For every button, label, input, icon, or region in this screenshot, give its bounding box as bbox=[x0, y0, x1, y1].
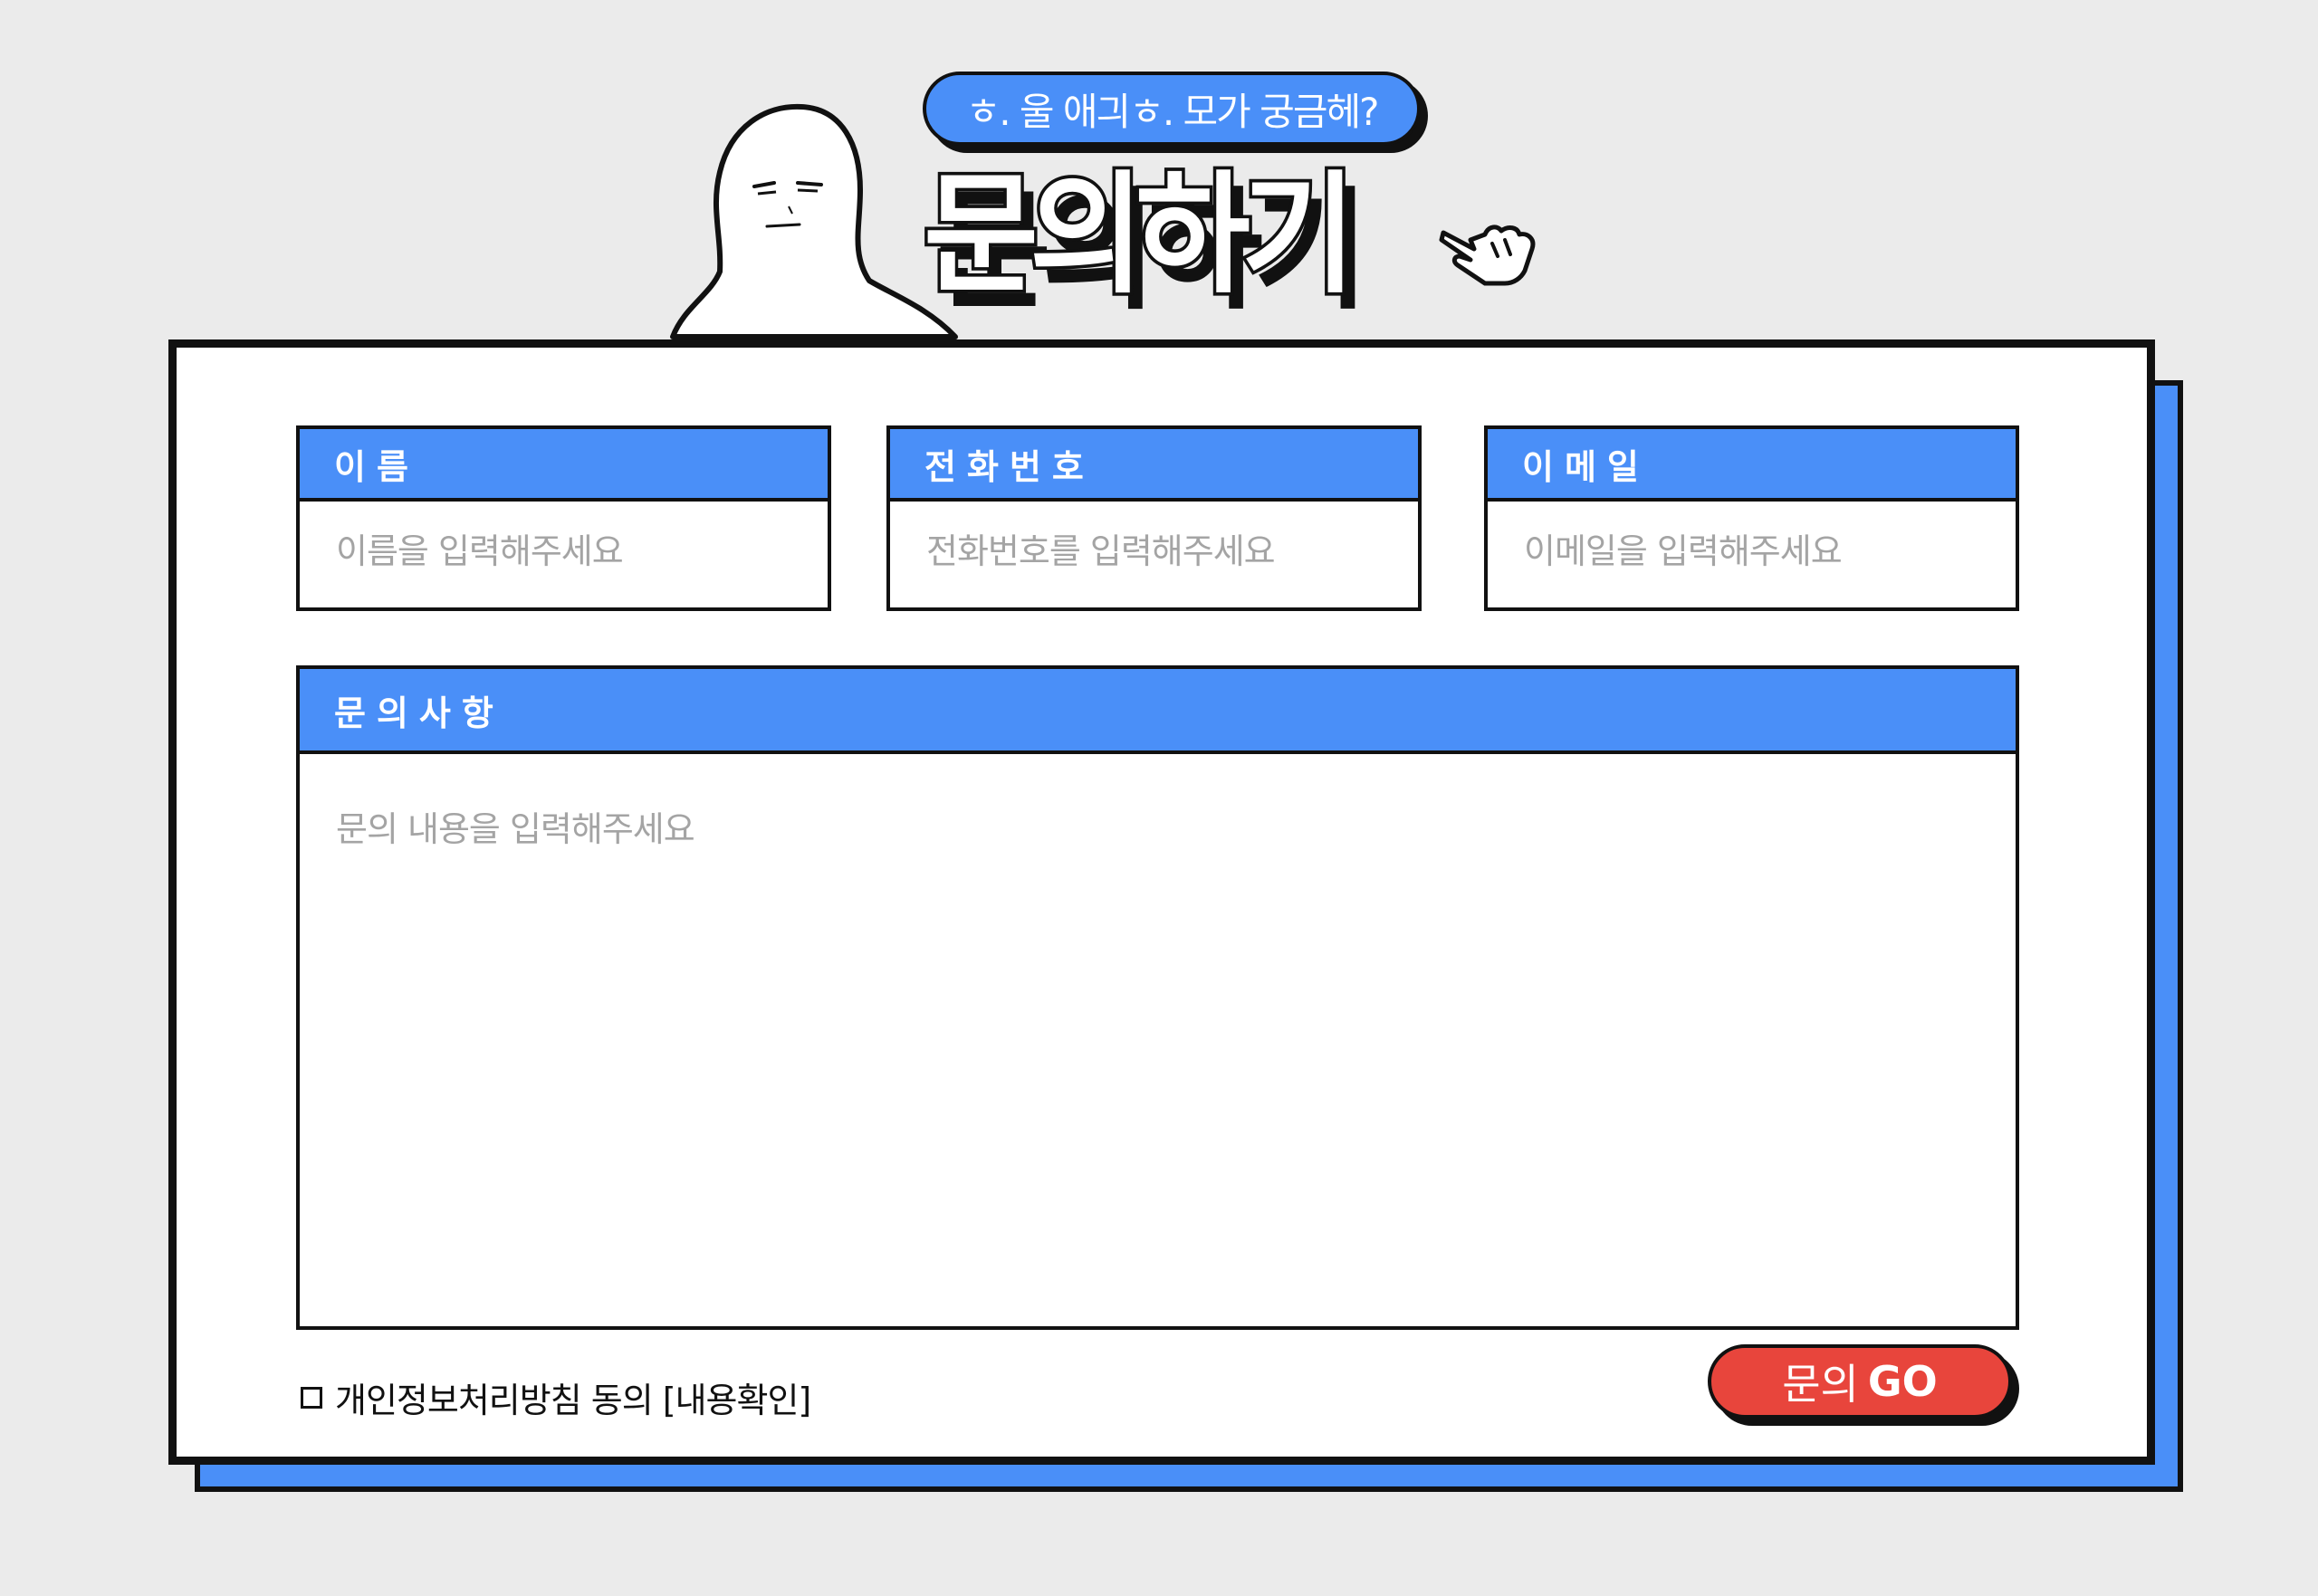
privacy-agreement-label[interactable]: 개인정보처리방침 동의 [내용확인] bbox=[335, 1372, 811, 1422]
name-label: 이름 bbox=[300, 429, 828, 502]
email-input[interactable] bbox=[1488, 502, 2016, 601]
submit-button[interactable]: 문의 GO bbox=[1708, 1344, 2012, 1419]
submit-button-prefix: 문의 bbox=[1782, 1360, 1859, 1409]
pointing-hand-icon bbox=[1439, 225, 1536, 286]
name-input[interactable] bbox=[300, 502, 828, 601]
email-field: 이메일 bbox=[1484, 425, 2019, 611]
email-label: 이메일 bbox=[1488, 429, 2016, 502]
checkbox-icon[interactable] bbox=[301, 1386, 322, 1409]
message-field: 문의사항 bbox=[296, 665, 2019, 1330]
phone-input[interactable] bbox=[890, 502, 1418, 601]
submit-button-suffix: GO bbox=[1867, 1357, 1938, 1406]
phone-field: 전화번호 bbox=[886, 425, 1422, 611]
phone-label: 전화번호 bbox=[890, 429, 1418, 502]
tagline-pill: ㅎ. 울 애긔ㅎ. 모가 궁금헤? bbox=[923, 72, 1428, 153]
submit-button-wrap: 문의 GO bbox=[1708, 1344, 2019, 1426]
contact-page: ㅎ. 울 애긔ㅎ. 모가 궁금헤? 문의하기 문의하기 이름 전화번호 이메일 … bbox=[0, 0, 2318, 1596]
message-label: 문의사항 bbox=[300, 669, 2016, 754]
privacy-agreement[interactable]: 개인정보처리방침 동의 [내용확인] bbox=[301, 1372, 811, 1422]
tagline-text: ㅎ. 울 애긔ㅎ. 모가 궁금헤? bbox=[923, 72, 1421, 146]
message-textarea[interactable] bbox=[300, 754, 2016, 1315]
page-title: 문의하기 문의하기 bbox=[921, 156, 1431, 328]
name-field: 이름 bbox=[296, 425, 831, 611]
page-title-text: 문의하기 bbox=[921, 156, 1360, 314]
